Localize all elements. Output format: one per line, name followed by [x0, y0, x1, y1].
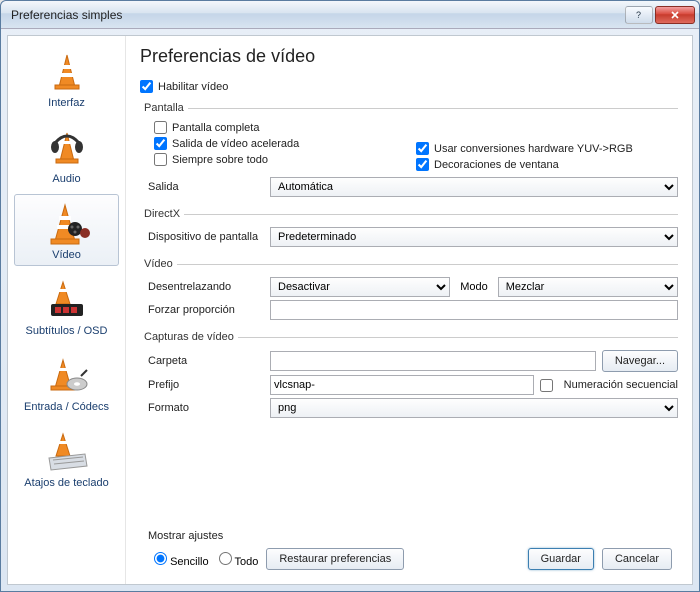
all-radio-row: Todo: [219, 552, 259, 568]
window-controls: ?: [623, 6, 695, 24]
cone-disc-icon: [42, 353, 92, 399]
aspect-input[interactable]: [270, 300, 678, 320]
video-legend: Vídeo: [140, 258, 177, 270]
always-on-top-checkbox[interactable]: [154, 153, 167, 166]
show-settings-group: Mostrar ajustes Sencillo Todo Restaurar …: [140, 526, 678, 576]
sidebar-item-interface[interactable]: Interfaz: [14, 42, 119, 114]
help-button[interactable]: ?: [625, 6, 653, 24]
aspect-label: Forzar proporción: [140, 304, 270, 316]
footer: Mostrar ajustes Sencillo Todo Restaurar …: [140, 526, 678, 576]
mode-select[interactable]: Mezclar: [498, 277, 678, 297]
close-button[interactable]: [655, 6, 695, 24]
main-panel: Preferencias de vídeo Habilitar vídeo Pa…: [126, 36, 692, 584]
folder-label: Carpeta: [140, 355, 270, 367]
cone-keyboard-icon: [42, 429, 92, 475]
show-settings-label: Mostrar ajustes: [148, 530, 678, 542]
simple-radio[interactable]: [154, 552, 167, 565]
deinterlace-select[interactable]: Desactivar: [270, 277, 450, 297]
always-on-top-label: Siempre sobre todo: [172, 154, 268, 166]
captures-legend: Capturas de vídeo: [140, 331, 238, 343]
all-radio[interactable]: [219, 552, 232, 565]
cone-icon: [42, 49, 92, 95]
sidebar-item-hotkeys[interactable]: Atajos de teclado: [14, 422, 119, 494]
simple-label: Sencillo: [170, 556, 209, 568]
device-select[interactable]: Predeterminado: [270, 227, 678, 247]
cone-film-icon: [42, 201, 92, 247]
format-label: Formato: [140, 402, 270, 414]
cancel-button[interactable]: Cancelar: [602, 548, 672, 570]
deinterlace-label: Desentrelazando: [140, 281, 270, 293]
reset-button[interactable]: Restaurar preferencias: [266, 548, 404, 570]
accel-output-checkbox[interactable]: [154, 137, 167, 150]
video-group: Vídeo Desentrelazando Desactivar Modo Me…: [140, 258, 678, 325]
cone-board-icon: [42, 277, 92, 323]
fullscreen-checkbox[interactable]: [154, 121, 167, 134]
device-label: Dispositivo de pantalla: [140, 231, 270, 243]
fullscreen-label: Pantalla completa: [172, 122, 259, 134]
yuv-rgb-label: Usar conversiones hardware YUV->RGB: [434, 143, 633, 155]
screen-legend: Pantalla: [140, 102, 188, 114]
sidebar-item-audio[interactable]: Audio: [14, 118, 119, 190]
prefix-label: Prefijo: [140, 379, 270, 391]
prefix-input[interactable]: [270, 375, 534, 395]
mode-label: Modo: [456, 281, 492, 293]
titlebar: Preferencias simples ?: [1, 1, 699, 29]
save-button[interactable]: Guardar: [528, 548, 594, 570]
window-title: Preferencias simples: [5, 8, 623, 22]
window-deco-label: Decoraciones de ventana: [434, 159, 559, 171]
browse-button[interactable]: Navegar...: [602, 350, 678, 372]
preferences-window: Preferencias simples ? Interfaz Audio: [0, 0, 700, 592]
sidebar-item-video[interactable]: Vídeo: [14, 194, 119, 266]
sidebar-item-label: Vídeo: [52, 249, 81, 261]
sidebar-item-label: Interfaz: [48, 97, 85, 109]
sidebar-item-subtitles[interactable]: Subtítulos / OSD: [14, 270, 119, 342]
sidebar-item-codecs[interactable]: Entrada / Códecs: [14, 346, 119, 418]
enable-video-label: Habilitar vídeo: [158, 81, 228, 93]
screen-group: Pantalla Pantalla completa Salida de víd…: [140, 102, 678, 202]
sidebar-item-label: Atajos de teclado: [24, 477, 108, 489]
category-sidebar: Interfaz Audio Vídeo Subtítulos / OSD: [8, 36, 126, 584]
output-select[interactable]: Automática: [270, 177, 678, 197]
directx-group: DirectX Dispositivo de pantalla Predeter…: [140, 208, 678, 252]
accel-output-label: Salida de vídeo acelerada: [172, 138, 299, 150]
window-deco-checkbox[interactable]: [416, 158, 429, 171]
captures-group: Capturas de vídeo Carpeta Navegar... Pre…: [140, 331, 678, 423]
directx-legend: DirectX: [140, 208, 184, 220]
output-label: Salida: [140, 181, 270, 193]
folder-input[interactable]: [270, 351, 596, 371]
all-label: Todo: [234, 556, 258, 568]
content-area: Interfaz Audio Vídeo Subtítulos / OSD: [7, 35, 693, 585]
seq-num-checkbox[interactable]: [540, 379, 553, 392]
sidebar-item-label: Subtítulos / OSD: [26, 325, 108, 337]
simple-radio-row: Sencillo: [154, 552, 209, 568]
enable-video-row: Habilitar vídeo: [140, 80, 678, 93]
yuv-rgb-checkbox[interactable]: [416, 142, 429, 155]
enable-video-checkbox[interactable]: [140, 80, 153, 93]
format-select[interactable]: png: [270, 398, 678, 418]
cone-headphones-icon: [42, 125, 92, 171]
seq-num-label: Numeración secuencial: [564, 379, 678, 391]
sidebar-item-label: Entrada / Códecs: [24, 401, 109, 413]
page-title: Preferencias de vídeo: [140, 46, 678, 67]
svg-text:?: ?: [636, 10, 641, 20]
sidebar-item-label: Audio: [52, 173, 80, 185]
